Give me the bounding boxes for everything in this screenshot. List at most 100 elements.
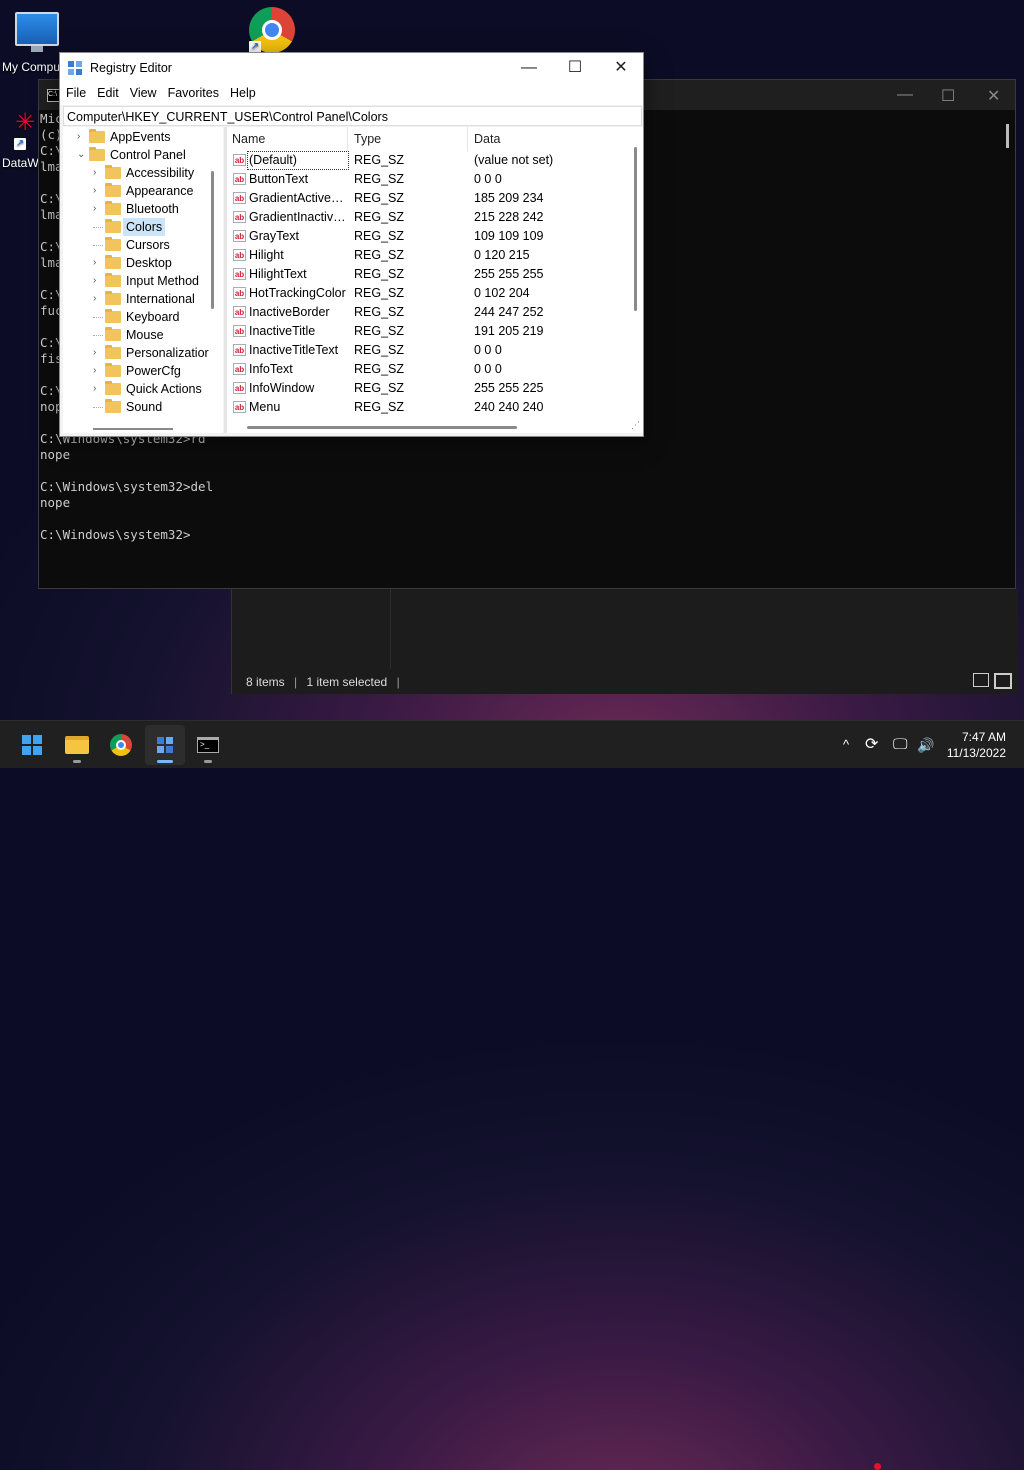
tree-node-label: Control Panel bbox=[110, 148, 186, 162]
value-name: Hilight bbox=[249, 248, 284, 262]
column-separator[interactable] bbox=[347, 127, 348, 151]
expand-chevron-right-icon[interactable]: › bbox=[93, 254, 103, 272]
column-type[interactable]: Type bbox=[354, 132, 381, 146]
column-separator[interactable] bbox=[467, 127, 468, 151]
resize-grip-icon[interactable]: ⋰ bbox=[631, 420, 640, 431]
value-row[interactable]: ab Hilight REG_SZ 0 120 215 bbox=[227, 246, 643, 265]
value-row[interactable]: ab InfoText REG_SZ 0 0 0 bbox=[227, 360, 643, 379]
value-row[interactable]: ab (Default) REG_SZ (value not set) bbox=[227, 151, 643, 170]
value-data: (value not set) bbox=[474, 153, 554, 167]
column-data[interactable]: Data bbox=[474, 132, 500, 146]
minimize-button[interactable]: — bbox=[506, 55, 552, 81]
column-name[interactable]: Name bbox=[232, 132, 265, 146]
system-clock[interactable]: 7:47 AM 11/13/2022 bbox=[947, 729, 1006, 761]
value-data: 215 228 242 bbox=[474, 210, 544, 224]
volume-icon[interactable]: 🔊 bbox=[917, 721, 934, 769]
menu-view[interactable]: View bbox=[124, 83, 162, 100]
tree-node-bluetooth[interactable]: › Bluetooth bbox=[63, 200, 223, 218]
value-type: REG_SZ bbox=[354, 248, 405, 262]
tree-node-powercfg[interactable]: › PowerCfg bbox=[63, 362, 223, 380]
desktop-icon-dataw[interactable]: ✳ ↗ DataW bbox=[2, 110, 42, 171]
registry-tree[interactable]: › AppEvents ⌄ Control Panel › Accessibility › A… bbox=[63, 127, 223, 433]
registry-app-icon bbox=[68, 61, 82, 75]
value-row[interactable]: ab ButtonText REG_SZ 0 0 0 bbox=[227, 170, 643, 189]
value-row[interactable]: ab InactiveBorder REG_SZ 244 247 252 bbox=[227, 303, 643, 322]
tree-node-label: PowerCfg bbox=[126, 364, 181, 378]
value-type: REG_SZ bbox=[354, 362, 405, 376]
cmd-close-button[interactable]: ✕ bbox=[987, 86, 1000, 106]
expand-chevron-right-icon[interactable]: › bbox=[93, 200, 103, 218]
tree-node-accessibility[interactable]: › Accessibility bbox=[63, 164, 223, 182]
values-list[interactable]: Name Type Data ⋰ ab (Default) REG_SZ (value… bbox=[227, 127, 643, 433]
expand-chevron-right-icon[interactable]: › bbox=[93, 380, 103, 398]
value-row[interactable]: ab GradientActiveTi... REG_SZ 185 209 234 bbox=[227, 189, 643, 208]
selection-count: 1 item selected bbox=[306, 675, 388, 689]
value-row[interactable]: ab InactiveTitleText REG_SZ 0 0 0 bbox=[227, 341, 643, 360]
string-value-icon: ab bbox=[233, 230, 246, 242]
tree-node-desktop[interactable]: › Desktop bbox=[63, 254, 223, 272]
list-horizontal-scrollbar[interactable] bbox=[247, 426, 517, 429]
menu-help[interactable]: Help bbox=[224, 83, 261, 100]
folder-icon bbox=[105, 381, 121, 395]
expand-chevron-right-icon[interactable]: › bbox=[93, 182, 103, 200]
value-row[interactable]: ab InactiveTitle REG_SZ 191 205 219 bbox=[227, 322, 643, 341]
taskbar-command-prompt[interactable]: >_ bbox=[188, 725, 228, 765]
tree-node-international[interactable]: › International bbox=[63, 290, 223, 308]
tree-node-appevents[interactable]: › AppEvents bbox=[63, 128, 223, 146]
taskbar-file-explorer[interactable] bbox=[57, 725, 97, 765]
cmd-maximize-button[interactable]: ☐ bbox=[941, 86, 955, 106]
cmd-minimize-button[interactable]: — bbox=[897, 86, 913, 104]
menu-edit[interactable]: Edit bbox=[91, 83, 124, 100]
value-row[interactable]: ab GrayText REG_SZ 109 109 109 bbox=[227, 227, 643, 246]
taskbar-registry-editor[interactable] bbox=[145, 725, 185, 765]
maximize-button[interactable]: ☐ bbox=[552, 55, 598, 81]
tree-node-colors[interactable]: Colors bbox=[63, 218, 223, 236]
running-indicator bbox=[204, 760, 212, 763]
tree-connector bbox=[93, 227, 103, 228]
tree-node-sound[interactable]: Sound bbox=[63, 398, 223, 416]
registry-editor-window[interactable]: Registry Editor — ☐ ✕ File Edit View Favori… bbox=[59, 52, 644, 437]
value-row[interactable]: ab HilightText REG_SZ 255 255 255 bbox=[227, 265, 643, 284]
expand-chevron-right-icon[interactable]: › bbox=[93, 290, 103, 308]
tree-node-cursors[interactable]: Cursors bbox=[63, 236, 223, 254]
cmd-line: nope bbox=[40, 447, 71, 462]
tree-horizontal-scrollbar[interactable] bbox=[93, 428, 173, 430]
tree-node-label: Sound bbox=[126, 400, 163, 414]
value-row[interactable]: ab Menu REG_SZ 240 240 240 bbox=[227, 398, 643, 417]
menu-favorites[interactable]: Favorites bbox=[162, 83, 224, 100]
tree-node-label: Quick Actions bbox=[126, 382, 202, 396]
expand-chevron-right-icon[interactable]: › bbox=[77, 128, 87, 146]
sync-icon[interactable]: ⟳ bbox=[865, 721, 878, 769]
tree-node-personalizatior[interactable]: › Personalizatior bbox=[63, 344, 223, 362]
network-icon[interactable]: 🖵 bbox=[893, 721, 907, 769]
expand-chevron-right-icon[interactable]: › bbox=[93, 344, 103, 362]
taskbar: >_ ^ ⟳ 🖵 🔊 7:47 AM 11/13/2022 bbox=[0, 720, 1024, 1470]
tree-node-input-method[interactable]: › Input Method bbox=[63, 272, 223, 290]
menu-file[interactable]: File bbox=[60, 83, 91, 100]
tree-node-appearance[interactable]: › Appearance bbox=[63, 182, 223, 200]
expand-chevron-right-icon[interactable]: › bbox=[93, 362, 103, 380]
desktop-icon-chrome[interactable]: ↗ bbox=[249, 7, 299, 57]
expand-chevron-right-icon[interactable]: › bbox=[93, 272, 103, 290]
tree-node-quick-actions[interactable]: › Quick Actions bbox=[63, 380, 223, 398]
tree-node-control-panel[interactable]: ⌄ Control Panel bbox=[63, 146, 223, 164]
value-row[interactable]: ab GradientInactive... REG_SZ 215 228 242 bbox=[227, 208, 643, 227]
registry-titlebar[interactable]: Registry Editor — ☐ ✕ bbox=[60, 53, 643, 83]
taskbar-chrome[interactable] bbox=[101, 725, 141, 765]
expand-chevron-right-icon[interactable]: › bbox=[93, 164, 103, 182]
tray-overflow-chevron-icon[interactable]: ^ bbox=[843, 721, 849, 769]
cmd-scrollbar[interactable] bbox=[1006, 124, 1009, 148]
value-type: REG_SZ bbox=[354, 210, 405, 224]
details-view-icon[interactable] bbox=[973, 673, 989, 687]
tree-node-mouse[interactable]: Mouse bbox=[63, 326, 223, 344]
expand-chevron-down-icon[interactable]: ⌄ bbox=[77, 146, 87, 164]
value-type: REG_SZ bbox=[354, 400, 405, 414]
tree-node-keyboard[interactable]: Keyboard bbox=[63, 308, 223, 326]
tiles-view-icon[interactable] bbox=[994, 673, 1012, 689]
value-row[interactable]: ab HotTrackingColor REG_SZ 0 102 204 bbox=[227, 284, 643, 303]
value-row[interactable]: ab InfoWindow REG_SZ 255 255 225 bbox=[227, 379, 643, 398]
address-bar[interactable]: Computer\HKEY_CURRENT_USER\Control Panel… bbox=[63, 106, 642, 126]
start-button[interactable] bbox=[12, 725, 52, 765]
file-explorer-window[interactable]: 8 items | 1 item selected | bbox=[231, 589, 1018, 694]
close-button[interactable]: ✕ bbox=[598, 55, 644, 81]
